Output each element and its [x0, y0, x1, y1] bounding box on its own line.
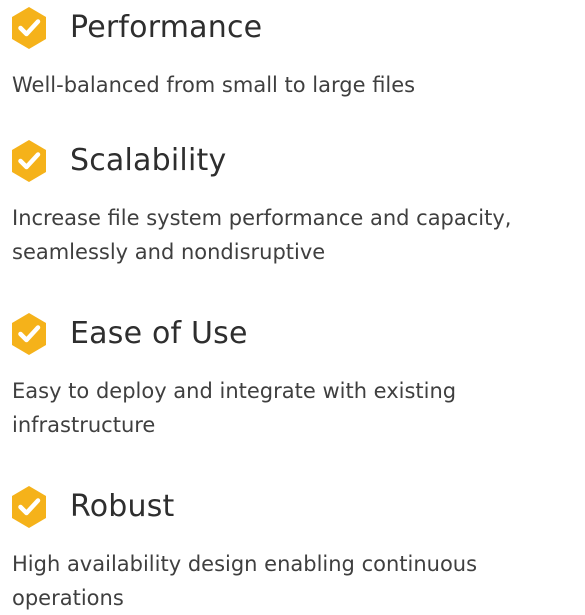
feature-description: Easy to deploy and integrate with existi… [12, 379, 457, 437]
feature-title: Performance [70, 10, 263, 45]
hexagon-check-icon [12, 7, 46, 49]
feature-list: Performance Well-balanced from small to … [0, 0, 585, 613]
hexagon-check-icon [12, 486, 46, 528]
feature-title: Scalability [70, 143, 227, 178]
feature-header [10, 139, 48, 183]
feature-description: Well-balanced from small to large files [12, 73, 416, 97]
feature-title: Ease of Use [70, 316, 248, 351]
feature-description: High availability design enabling contin… [12, 552, 478, 610]
hexagon-check-icon [12, 140, 46, 182]
feature-header [10, 6, 48, 50]
feature-header [10, 485, 48, 529]
feature-title: Robust [70, 489, 175, 524]
feature-description: Increase file system performance and cap… [12, 206, 512, 264]
hexagon-check-icon [12, 313, 46, 355]
feature-header [10, 312, 48, 356]
